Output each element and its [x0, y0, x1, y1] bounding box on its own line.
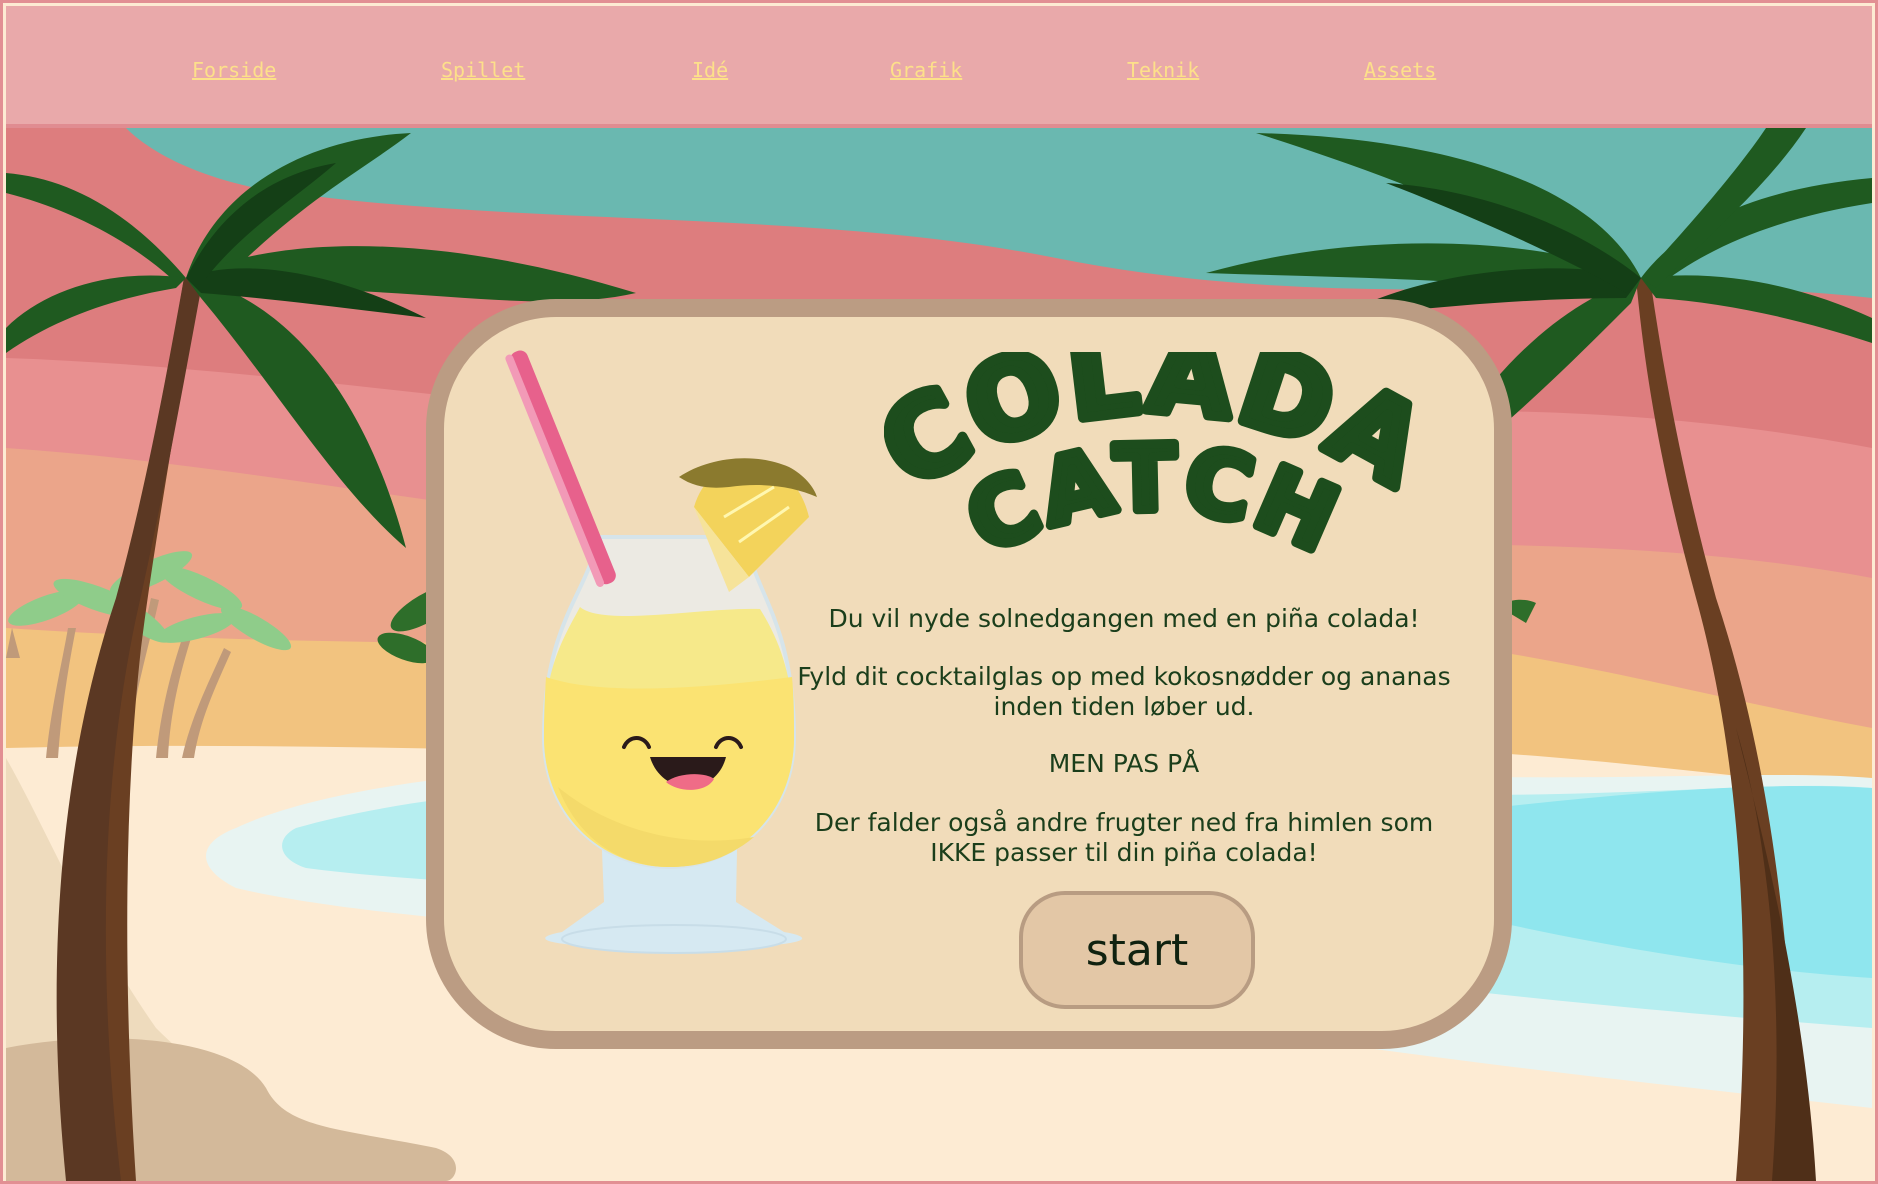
instructions-text: Fyld dit cocktailglas op med kokosnødder… [797, 662, 1451, 721]
warning-heading: MEN PAS PÅ [1048, 749, 1200, 778]
nav-link-grafik[interactable]: Grafik [890, 58, 962, 82]
intro-text: Du vil nyde solnedgangen med en piña col… [828, 604, 1420, 633]
nav-link-assets[interactable]: Assets [1364, 58, 1436, 82]
nav-link-ide[interactable]: Idé [692, 58, 728, 82]
nav-link-teknik[interactable]: Teknik [1127, 58, 1199, 82]
game-intro-card: COLADA CATCH Du vil nyde solnedgangen me… [426, 299, 1512, 1049]
game-title-logo: COLADA CATCH [884, 352, 1424, 579]
game-page: Forside Spillet Idé Grafik Teknik Assets [0, 0, 1878, 1184]
nav-link-spillet[interactable]: Spillet [441, 58, 525, 82]
pina-colada-glass-icon [505, 350, 817, 954]
nav-link-forside[interactable]: Forside [192, 58, 276, 82]
start-button[interactable]: start [1019, 891, 1255, 1009]
top-navigation: Forside Spillet Idé Grafik Teknik Assets [6, 6, 1872, 128]
warning-detail-text: Der falder også andre frugter ned fra hi… [814, 808, 1434, 867]
